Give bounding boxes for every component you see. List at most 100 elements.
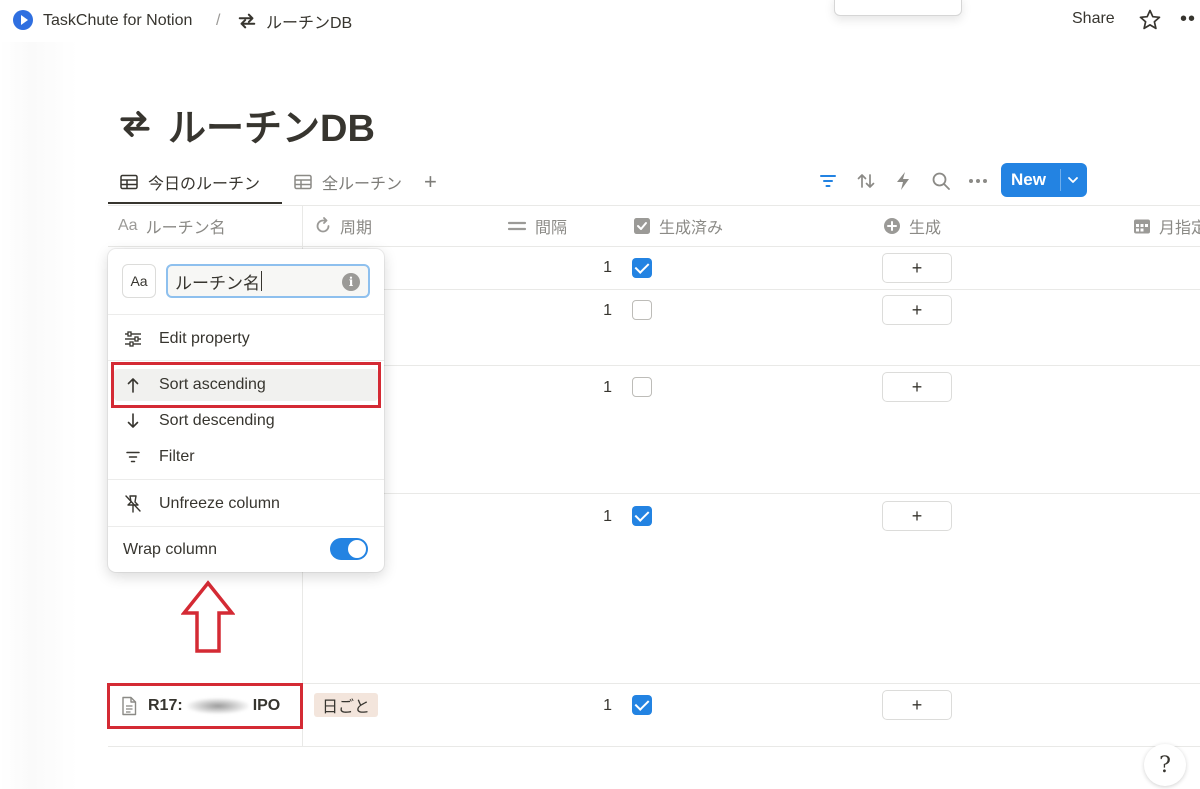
interval-cell[interactable]: 1	[582, 697, 612, 715]
text-caret	[261, 271, 262, 291]
more-options-icon[interactable]: ••	[1180, 8, 1196, 31]
interval-cell[interactable]: 1	[582, 259, 612, 277]
menu-divider	[108, 314, 384, 315]
new-button[interactable]: New	[1001, 163, 1087, 197]
filter-icon	[126, 451, 140, 463]
more-options-icon[interactable]	[967, 170, 989, 192]
page-margin	[0, 42, 78, 789]
breadcrumb-workspace[interactable]: TaskChute for Notion	[43, 10, 192, 32]
chevron-down-icon[interactable]	[1066, 169, 1080, 191]
column-header-generate[interactable]: 生成	[883, 214, 941, 238]
active-tab-indicator	[108, 202, 282, 204]
help-button[interactable]: ?	[1144, 744, 1186, 786]
favorite-star-icon[interactable]	[1138, 8, 1162, 32]
info-icon[interactable]: i	[342, 273, 360, 291]
tab-today-routines[interactable]: 今日のルーチン	[120, 168, 260, 196]
column-header-generated[interactable]: 生成済み	[633, 214, 723, 238]
loop-icon	[120, 111, 150, 137]
cycle-icon	[316, 217, 330, 233]
column-property-menu: Aa ルーチン名 i Edit property Sort ascending …	[108, 249, 384, 572]
equals-icon	[507, 221, 527, 231]
interval-cell[interactable]: 1	[582, 379, 612, 397]
generate-button[interactable]: +	[882, 690, 952, 720]
new-button-label: New	[1011, 170, 1046, 189]
property-name-value: ルーチン名	[175, 273, 260, 293]
row-border	[302, 289, 1200, 290]
up-arrow-annotation-icon	[181, 580, 235, 653]
wrap-column-label: Wrap column	[123, 541, 217, 558]
menu-item-label: Filter	[159, 448, 195, 465]
row-border	[302, 493, 1200, 494]
column-header-label: 間隔	[535, 220, 568, 237]
workspace-logo-icon[interactable]	[13, 10, 33, 30]
interval-cell[interactable]: 1	[582, 508, 612, 526]
column-header-label: 周期	[340, 220, 373, 237]
page-title-text[interactable]: ルーチンDB	[168, 97, 375, 152]
sort-descending-item[interactable]: Sort descending	[122, 409, 275, 433]
menu-divider	[108, 479, 384, 480]
generated-checkbox[interactable]	[632, 695, 652, 715]
generated-checkbox[interactable]	[632, 506, 652, 526]
table-icon	[294, 174, 312, 190]
menu-divider	[108, 360, 384, 361]
generated-checkbox[interactable]	[632, 258, 652, 278]
tab-label: 今日のルーチン	[148, 176, 261, 193]
header-bottom-border	[108, 246, 1200, 247]
generated-checkbox[interactable]	[632, 377, 652, 397]
menu-divider	[108, 526, 384, 527]
loop-icon	[238, 13, 256, 29]
plus-circle-icon	[884, 218, 900, 234]
share-button[interactable]: Share	[1072, 10, 1115, 28]
highlight-box-row-name	[107, 683, 303, 729]
generate-button[interactable]: +	[882, 501, 952, 531]
table-icon	[120, 174, 138, 190]
menu-item-label: Edit property	[159, 330, 250, 347]
breadcrumb-page-label: ルーチンDB	[266, 15, 353, 32]
generated-checkbox[interactable]	[632, 300, 652, 320]
arrow-down-icon	[127, 413, 139, 428]
column-header-label: 月指定	[1159, 220, 1200, 237]
filter-item[interactable]: Filter	[122, 445, 195, 469]
menu-item-label: Sort descending	[159, 412, 275, 429]
generate-button[interactable]: +	[882, 295, 952, 325]
breadcrumb-page[interactable]: ルーチンDB	[236, 10, 352, 32]
column-header-routine-name[interactable]: Aa ルーチン名	[118, 214, 226, 238]
tab-all-routines[interactable]: 全ルーチン	[294, 168, 402, 196]
page-title: ルーチンDB	[116, 96, 375, 152]
interval-cell[interactable]: 1	[582, 302, 612, 320]
row-border	[108, 746, 1200, 747]
breadcrumb-separator: /	[216, 12, 221, 29]
row-border	[302, 365, 1200, 366]
tab-label: 全ルーチン	[322, 176, 403, 193]
column-header-label: 生成	[909, 220, 942, 237]
add-view-button[interactable]: +	[424, 168, 437, 196]
menu-item-label: Unfreeze column	[159, 495, 280, 512]
unpin-icon	[125, 495, 141, 513]
help-icon: ?	[1159, 752, 1171, 778]
automation-bolt-icon[interactable]	[892, 170, 914, 192]
generate-button[interactable]: +	[882, 253, 952, 283]
table-top-border	[108, 205, 1200, 206]
highlight-box-sort-ascending	[111, 362, 381, 408]
filter-icon[interactable]	[817, 170, 839, 192]
checkbox-icon	[634, 218, 650, 234]
sort-icon[interactable]	[855, 170, 877, 192]
wrap-column-toggle[interactable]	[330, 538, 368, 560]
new-button-divider	[1060, 169, 1061, 191]
generate-button[interactable]: +	[882, 372, 952, 402]
column-header-interval[interactable]: 間隔	[507, 214, 567, 238]
top-bar: TaskChute for Notion / ルーチンDB Share ••	[0, 0, 1200, 42]
column-header-label: ルーチン名	[145, 220, 226, 237]
column-header-label: 生成済み	[659, 220, 724, 237]
unfreeze-column-item[interactable]: Unfreeze column	[122, 492, 280, 516]
text-type-icon: Aa	[118, 217, 138, 234]
search-icon[interactable]	[930, 170, 952, 192]
edit-property-item[interactable]: Edit property	[122, 327, 250, 351]
column-header-month[interactable]: 月指定	[1133, 214, 1200, 238]
cycle-tag[interactable]: 日ごと	[314, 693, 379, 717]
property-type-button[interactable]: Aa	[122, 264, 156, 298]
property-name-input[interactable]: ルーチン名	[166, 264, 370, 298]
column-header-cycle[interactable]: 周期	[314, 214, 372, 238]
hover-popup	[834, 0, 962, 16]
sliders-icon	[125, 331, 141, 347]
